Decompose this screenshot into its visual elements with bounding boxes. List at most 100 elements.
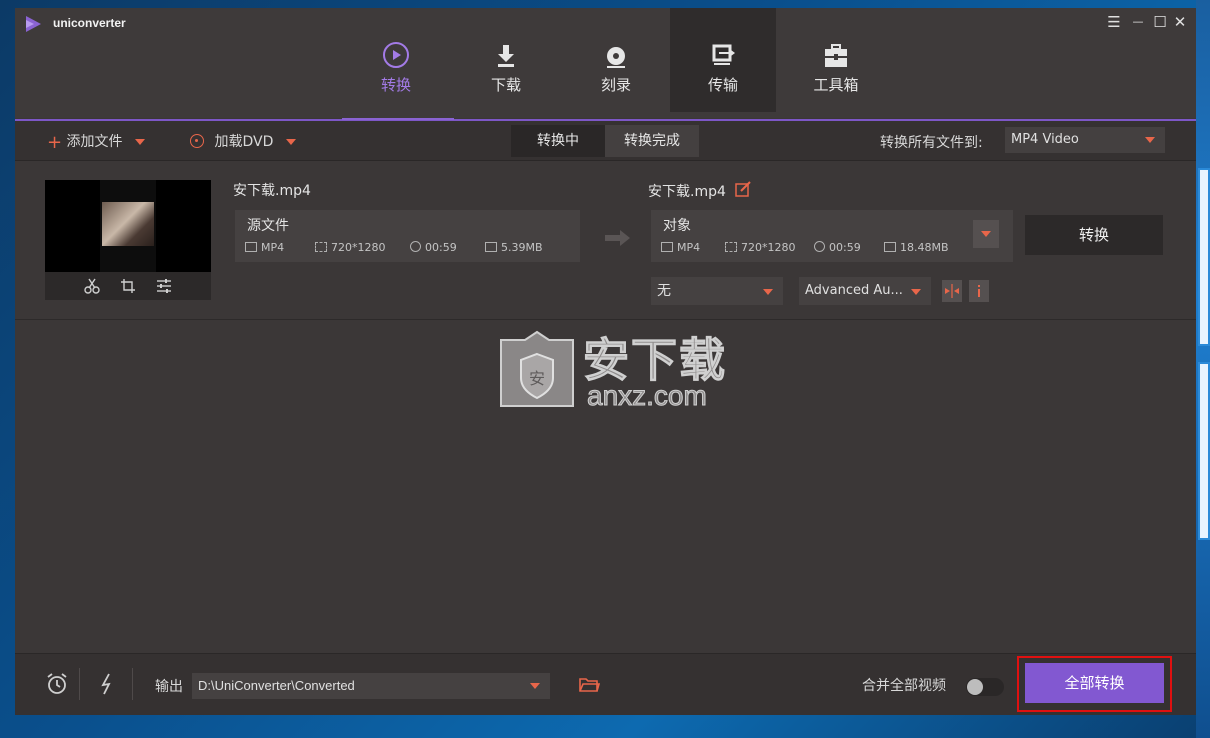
- menu-icon[interactable]: ☰: [1104, 12, 1124, 32]
- title-nav-bar: uniconverter ☰ — ☐ ✕ 转换 下载 刻录 传输 工具箱: [15, 8, 1196, 118]
- thumbnail-toolbar: [45, 272, 211, 300]
- tab-convert-label: 转换: [380, 76, 411, 94]
- chevron-down-icon: [911, 289, 921, 295]
- load-dvd-button[interactable]: 加载DVD: [190, 131, 296, 151]
- tab-converted[interactable]: 转换完成: [605, 125, 699, 157]
- add-file-button[interactable]: + 添加文件: [47, 131, 145, 153]
- chevron-down-icon: [981, 231, 991, 237]
- subtitle-select[interactable]: 无: [651, 277, 783, 305]
- load-dvd-label: 加载DVD: [214, 134, 274, 150]
- disc-icon: [607, 47, 625, 68]
- source-title: 源文件: [247, 218, 289, 234]
- target-format: MP4: [661, 241, 700, 254]
- tab-convert[interactable]: 转换: [343, 8, 449, 112]
- file-item: 安下载.mp4 源文件 MP4 720*1280 00:59 5.39MB 安下…: [15, 162, 1196, 320]
- tab-download-label: 下载: [490, 76, 521, 94]
- source-size: 5.39MB: [485, 241, 543, 254]
- divider: [79, 668, 80, 700]
- info-button[interactable]: [969, 280, 989, 302]
- tab-converting[interactable]: 转换中: [511, 125, 605, 157]
- adjust-icon[interactable]: [155, 277, 173, 295]
- add-audio-button[interactable]: [942, 280, 962, 302]
- open-folder-icon[interactable]: [577, 672, 601, 696]
- source-duration: 00:59: [410, 241, 457, 254]
- minimize-button[interactable]: —: [1128, 12, 1148, 32]
- output-label: 输出: [155, 679, 183, 695]
- subtitle-value: 无: [657, 283, 671, 299]
- resolution-icon: [315, 242, 327, 252]
- app-title: uniconverter: [53, 16, 126, 30]
- target-title: 对象: [663, 218, 691, 234]
- resolution-icon: [725, 242, 737, 252]
- film-icon: [661, 242, 673, 252]
- active-tab-indicator: [342, 118, 454, 120]
- app-logo-icon: [26, 16, 41, 32]
- edit-icon[interactable]: [735, 181, 751, 197]
- merge-audio-icon: [945, 284, 959, 298]
- clock-icon: [410, 241, 421, 252]
- toolbar: + 添加文件 加载DVD 转换中 转换完成 转换所有文件到: MP4 Video: [15, 121, 1196, 161]
- convert-button[interactable]: 转换: [1025, 215, 1163, 255]
- film-icon: [245, 242, 257, 252]
- source-resolution: 720*1280: [315, 241, 386, 254]
- desktop-tile: [1198, 168, 1210, 346]
- merge-all-label: 合并全部视频: [862, 678, 946, 694]
- output-format-select[interactable]: MP4 Video: [1005, 127, 1165, 153]
- chevron-down-icon: [285, 139, 296, 145]
- crop-icon[interactable]: [119, 277, 137, 295]
- watermark-text-en: anxz.com: [587, 380, 708, 412]
- download-icon: [498, 45, 514, 67]
- folder-icon: [884, 242, 896, 252]
- scissors-icon[interactable]: [83, 277, 101, 295]
- tab-transfer[interactable]: 传输: [670, 8, 776, 112]
- watermark: 安 安下载 anxz.com: [497, 326, 727, 414]
- chevron-down-icon: [135, 139, 145, 145]
- audio-track-value: Advanced Au...: [805, 283, 903, 298]
- target-size: 18.48MB: [884, 241, 949, 254]
- tab-burn[interactable]: 刻录: [563, 8, 669, 112]
- thumbnail-image: [102, 202, 154, 246]
- video-thumbnail[interactable]: [45, 180, 211, 272]
- source-info-box: 源文件 MP4 720*1280 00:59 5.39MB: [235, 210, 580, 262]
- folder-icon: [485, 242, 497, 252]
- lightning-icon[interactable]: [95, 672, 119, 696]
- add-file-label: 添加文件: [66, 134, 123, 150]
- target-duration: 00:59: [814, 241, 861, 254]
- divider: [132, 668, 133, 700]
- target-resolution: 720*1280: [725, 241, 796, 254]
- output-format-value: MP4 Video: [1011, 132, 1079, 147]
- svg-text:安: 安: [529, 369, 545, 388]
- arrow-right-icon: [605, 230, 630, 246]
- highlight-box: [1017, 656, 1172, 712]
- play-circle-icon: [383, 42, 409, 68]
- tab-transfer-label: 传输: [707, 76, 738, 94]
- merge-all-toggle[interactable]: [966, 678, 1004, 696]
- dvd-icon: [190, 134, 204, 148]
- chevron-down-icon: [763, 289, 773, 295]
- alarm-clock-icon[interactable]: [45, 672, 69, 696]
- toggle-knob: [967, 679, 983, 695]
- target-filename: 安下载.mp4: [648, 184, 726, 200]
- transfer-icon: [712, 44, 735, 65]
- audio-track-select[interactable]: Advanced Au...: [799, 277, 931, 305]
- chevron-down-icon: [1145, 137, 1155, 143]
- clock-icon: [814, 241, 825, 252]
- source-filename: 安下载.mp4: [233, 183, 311, 199]
- tab-download[interactable]: 下载: [453, 8, 559, 112]
- target-settings-dropdown[interactable]: [973, 220, 999, 248]
- output-path-value: D:\UniConverter\Converted: [198, 678, 355, 693]
- plus-icon: +: [47, 132, 63, 153]
- maximize-button[interactable]: ☐: [1150, 12, 1170, 32]
- shield-logo-icon: 安: [500, 330, 574, 407]
- output-path-select[interactable]: D:\UniConverter\Converted: [192, 673, 550, 699]
- info-icon: [978, 285, 980, 297]
- toolbox-icon: [825, 44, 847, 67]
- app-window: uniconverter ☰ — ☐ ✕ 转换 下载 刻录 传输 工具箱 + 添…: [15, 8, 1196, 715]
- source-format: MP4: [245, 241, 284, 254]
- tab-burn-label: 刻录: [600, 76, 631, 94]
- target-info-box: 对象 MP4 720*1280 00:59 18.48MB: [651, 210, 1013, 262]
- tab-toolbox[interactable]: 工具箱: [783, 8, 889, 112]
- bottom-bar: 输出 D:\UniConverter\Converted 合并全部视频 全部转换: [15, 653, 1196, 715]
- convert-all-to-label: 转换所有文件到:: [880, 135, 983, 151]
- close-button[interactable]: ✕: [1170, 12, 1190, 32]
